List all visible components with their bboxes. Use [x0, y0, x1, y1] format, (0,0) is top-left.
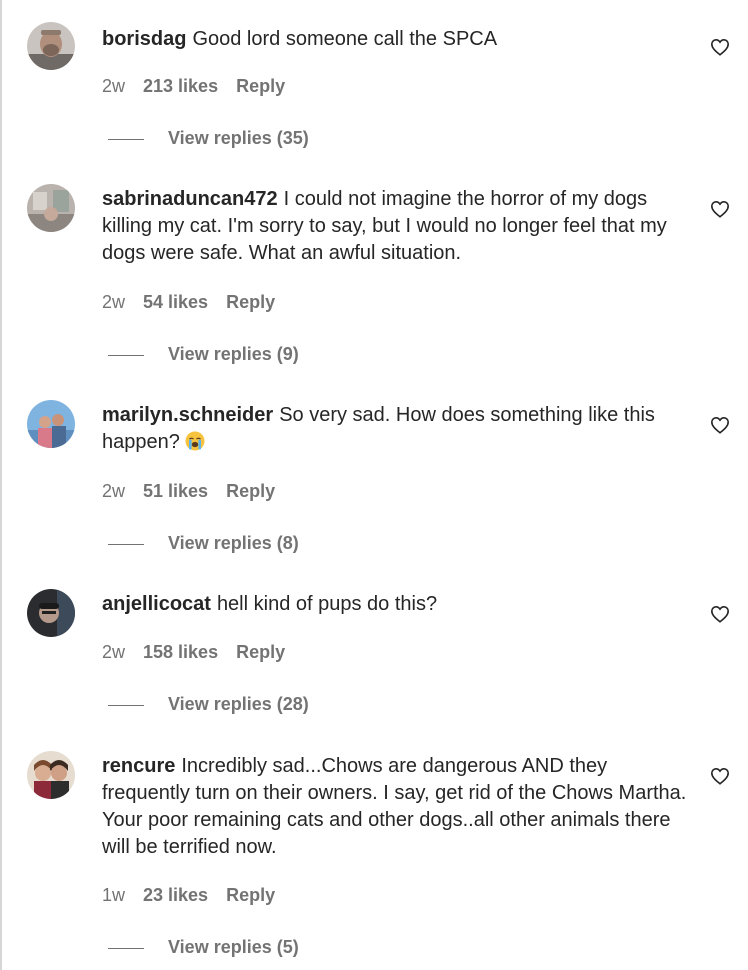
- replies-divider: [108, 544, 144, 545]
- comment-meta: 2w 51 likes Reply: [102, 481, 275, 502]
- comment-username[interactable]: borisdag: [102, 28, 186, 50]
- heart-icon[interactable]: [710, 416, 730, 434]
- reply-button[interactable]: Reply: [226, 481, 275, 502]
- comment-body: Incredibly sad...Chows are dangerous AND…: [102, 755, 687, 858]
- comment-item: borisdag Good lord someone call the SPCA …: [0, 22, 748, 162]
- view-replies-label: View replies (9): [168, 344, 299, 364]
- comment-time: 2w: [102, 76, 126, 96]
- comment-username[interactable]: rencure: [102, 755, 175, 777]
- replies-divider: [108, 355, 144, 356]
- comment-text-block: borisdag Good lord someone call the SPCA: [102, 26, 687, 53]
- comment-username[interactable]: marilyn.schneider: [102, 404, 273, 426]
- comment-text-block: marilyn.schneider So very sad. How does s…: [102, 402, 687, 456]
- likes-count[interactable]: 158 likes: [143, 642, 218, 663]
- replies-divider: [108, 139, 144, 140]
- comment-username[interactable]: sabrinaduncan472: [102, 188, 278, 210]
- comment-item: rencure Incredibly sad...Chows are danger…: [0, 751, 748, 970]
- likes-count[interactable]: 54 likes: [143, 292, 208, 313]
- avatar[interactable]: [27, 589, 75, 637]
- view-replies-label: View replies (35): [168, 128, 309, 148]
- avatar[interactable]: [27, 22, 75, 70]
- loudly-crying-face-emoji: [185, 431, 205, 451]
- view-replies-label: View replies (5): [168, 937, 299, 957]
- comment-time: 2w: [102, 292, 126, 312]
- comment-time: 1w: [102, 885, 126, 905]
- reply-button[interactable]: Reply: [226, 292, 275, 313]
- replies-divider: [108, 705, 144, 706]
- avatar[interactable]: [27, 184, 75, 232]
- comment-meta: 2w 54 likes Reply: [102, 292, 275, 313]
- comment-text-block: anjellicocat hell kind of pups do this?: [102, 591, 687, 618]
- comment-text-block: rencure Incredibly sad...Chows are danger…: [102, 753, 687, 861]
- comment-time: 2w: [102, 481, 126, 501]
- likes-count[interactable]: 23 likes: [143, 885, 208, 906]
- view-replies-label: View replies (28): [168, 694, 309, 714]
- reply-button[interactable]: Reply: [226, 885, 275, 906]
- comment-item: sabrinaduncan472 I could not imagine the …: [0, 184, 748, 374]
- likes-count[interactable]: 51 likes: [143, 481, 208, 502]
- comment-meta: 1w 23 likes Reply: [102, 885, 275, 906]
- comment-item: marilyn.schneider So very sad. How does s…: [0, 400, 748, 560]
- comment-username[interactable]: anjellicocat: [102, 593, 211, 615]
- comment-meta: 2w 158 likes Reply: [102, 642, 285, 663]
- avatar[interactable]: [27, 400, 75, 448]
- replies-divider: [108, 948, 144, 949]
- comment-body: hell kind of pups do this?: [216, 593, 438, 615]
- reply-button[interactable]: Reply: [236, 642, 285, 663]
- comment-time: 2w: [102, 642, 126, 662]
- heart-icon[interactable]: [710, 767, 730, 785]
- heart-icon[interactable]: [710, 200, 730, 218]
- heart-icon[interactable]: [710, 605, 730, 623]
- comment-text-block: sabrinaduncan472 I could not imagine the …: [102, 186, 687, 267]
- likes-count[interactable]: 213 likes: [143, 76, 218, 97]
- comment-item: anjellicocat hell kind of pups do this? 2…: [0, 589, 748, 729]
- comment-body: Good lord someone call the SPCA: [192, 28, 498, 50]
- comment-meta: 2w 213 likes Reply: [102, 76, 285, 97]
- view-replies-label: View replies (8): [168, 533, 299, 553]
- reply-button[interactable]: Reply: [236, 76, 285, 97]
- heart-icon[interactable]: [710, 38, 730, 56]
- avatar[interactable]: [27, 751, 75, 799]
